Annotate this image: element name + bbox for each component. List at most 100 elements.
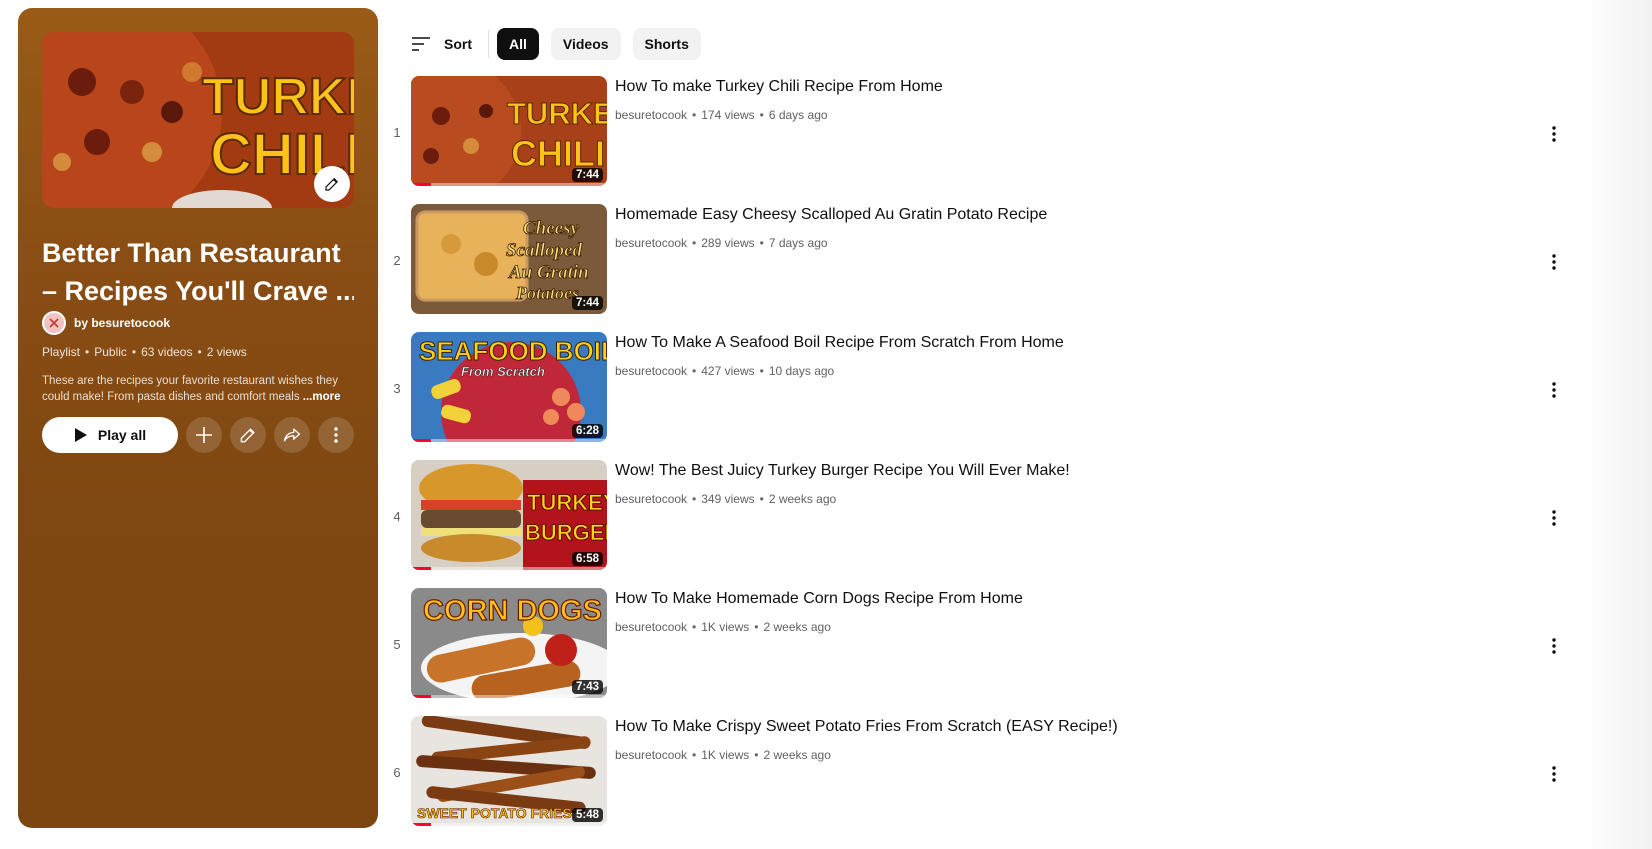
watch-progress-bar — [411, 567, 607, 570]
playlist-video-row[interactable]: 6 SWEET POTATO FRIES 5:48 How To Make Cr… — [384, 716, 1584, 844]
watch-progress-bar — [411, 823, 607, 826]
video-channel[interactable]: besuretocook — [615, 236, 687, 250]
video-title[interactable]: How To Make Homemade Corn Dogs Recipe Fr… — [615, 590, 1023, 608]
meta-separator: • — [692, 108, 697, 122]
chip-videos[interactable]: Videos — [550, 28, 621, 60]
video-index: 1 — [393, 124, 401, 140]
video-duration: 5:48 — [571, 808, 603, 822]
playlist-actions: Play all — [42, 417, 354, 453]
video-menu-button[interactable] — [1542, 762, 1566, 786]
video-meta: besuretocook • 1K views • 2 weeks ago — [615, 620, 831, 634]
video-duration: 7:44 — [571, 168, 603, 182]
more-actions-button[interactable] — [318, 417, 354, 453]
video-title[interactable]: Wow! The Best Juicy Turkey Burger Recipe… — [615, 462, 1070, 480]
playlist-visibility: Public — [94, 345, 127, 359]
meta-separator: • — [759, 108, 764, 122]
video-age: 2 weeks ago — [763, 748, 831, 762]
svg-text:SEAFOOD BOIL: SEAFOOD BOIL — [419, 336, 607, 366]
meta-separator: • — [692, 364, 697, 378]
meta-separator: • — [692, 492, 697, 506]
chip-all[interactable]: All — [497, 28, 539, 60]
watch-progress-fill — [411, 439, 431, 442]
video-menu-button[interactable] — [1542, 506, 1566, 530]
svg-text:TURKEY: TURKEY — [527, 490, 607, 515]
more-vert-icon — [1552, 382, 1556, 398]
video-title[interactable]: How To Make Crispy Sweet Potato Fries Fr… — [615, 718, 1118, 736]
share-button[interactable] — [274, 417, 310, 453]
play-all-button[interactable]: Play all — [42, 417, 178, 453]
video-age: 2 weeks ago — [768, 492, 837, 506]
video-duration: 6:58 — [571, 552, 603, 566]
svg-text:Cheesy: Cheesy — [523, 218, 580, 239]
pencil-icon — [240, 428, 255, 443]
svg-text:BURGER: BURGER — [525, 520, 607, 545]
video-meta: besuretocook • 174 views • 6 days ago — [615, 108, 828, 122]
edit-thumbnail-button[interactable] — [314, 166, 350, 202]
video-age: 6 days ago — [768, 108, 828, 122]
video-age: 7 days ago — [768, 236, 828, 250]
more-vert-icon — [1552, 766, 1556, 782]
playlist-video-row[interactable]: 4 TURKEY BURGER 6:58 Wow! The Best Juicy… — [384, 460, 1584, 588]
video-thumbnail[interactable]: CORN DOGS 7:43 — [411, 588, 607, 698]
sort-button[interactable]: Sort — [410, 35, 472, 53]
meta-separator: • — [759, 236, 764, 250]
playlist-video-list: 1 TURKEY CHILI 7:44 How To make Turkey C… — [384, 76, 1584, 844]
video-title[interactable]: How To Make A Seafood Boil Recipe From S… — [615, 334, 1064, 352]
description-more-link[interactable]: ...more — [303, 391, 341, 403]
video-title[interactable]: How To make Turkey Chili Recipe From Hom… — [615, 78, 943, 96]
video-meta: besuretocook • 289 views • 7 days ago — [615, 236, 828, 250]
meta-separator: • — [759, 364, 764, 378]
video-thumbnail[interactable]: SEAFOOD BOIL From Scratch 6:28 — [411, 332, 607, 442]
video-channel[interactable]: besuretocook — [615, 748, 687, 762]
video-channel[interactable]: besuretocook — [615, 108, 687, 122]
playlist-cover-thumbnail[interactable]: TURKEY CHILI — [42, 32, 354, 208]
meta-separator: • — [85, 345, 90, 359]
video-meta: besuretocook • 427 views • 10 days ago — [615, 364, 834, 378]
avatar[interactable] — [42, 311, 66, 335]
video-meta: besuretocook • 349 views • 2 weeks ago — [615, 492, 836, 506]
meta-separator: • — [692, 236, 697, 250]
video-index: 5 — [393, 636, 401, 652]
video-title[interactable]: Homemade Easy Cheesy Scalloped Au Gratin… — [615, 206, 1047, 224]
video-channel[interactable]: besuretocook — [615, 620, 687, 634]
video-menu-button[interactable] — [1542, 122, 1566, 146]
video-thumbnail[interactable]: TURKEY BURGER 6:58 — [411, 460, 607, 570]
video-duration: 7:44 — [571, 296, 603, 310]
sort-icon — [412, 37, 430, 51]
video-index: 3 — [393, 380, 401, 396]
video-channel[interactable]: besuretocook — [615, 492, 687, 506]
avatar-logo-icon — [49, 318, 59, 328]
playlist-video-row[interactable]: 3 SEAFOOD BOIL From Scratch 6:28 How To … — [384, 332, 1584, 460]
watch-progress-fill — [411, 695, 431, 698]
playlist-meta: Playlist • Public • 63 videos • 2 views — [42, 345, 247, 359]
video-thumbnail[interactable]: Cheesy Scalloped Au Gratin Potatoes 7:44 — [411, 204, 607, 314]
video-channel[interactable]: besuretocook — [615, 364, 687, 378]
watch-progress-bar — [411, 183, 607, 186]
video-thumbnail[interactable]: SWEET POTATO FRIES 5:48 — [411, 716, 607, 826]
chip-shorts[interactable]: Shorts — [632, 28, 701, 60]
video-menu-button[interactable] — [1542, 250, 1566, 274]
playlist-video-row[interactable]: 5 CORN DOGS 7:43 How To Make Homemade Co… — [384, 588, 1584, 716]
video-menu-button[interactable] — [1542, 634, 1566, 658]
playlist-owner[interactable]: by besuretocook — [42, 311, 170, 335]
meta-separator: • — [692, 620, 697, 634]
watch-progress-bar — [411, 695, 607, 698]
video-views: 427 views — [701, 364, 755, 378]
video-index: 4 — [393, 508, 401, 524]
edit-playlist-button[interactable] — [230, 417, 266, 453]
video-views: 1K views — [701, 748, 750, 762]
video-meta: besuretocook • 1K views • 2 weeks ago — [615, 748, 831, 762]
playlist-video-row[interactable]: 2 Cheesy Scalloped Au Gratin Potatoes 7:… — [384, 204, 1584, 332]
owner-name[interactable]: by besuretocook — [74, 316, 170, 330]
svg-text:From Scratch: From Scratch — [461, 364, 545, 379]
watch-progress-fill — [411, 183, 431, 186]
playlist-title-line1: Better Than Restaurant — [42, 238, 341, 268]
add-to-library-button[interactable] — [186, 417, 222, 453]
cover-text-line1: TURKEY — [202, 68, 354, 126]
meta-separator: • — [759, 492, 764, 506]
video-menu-button[interactable] — [1542, 378, 1566, 402]
watch-progress-fill — [411, 567, 431, 570]
video-thumbnail[interactable]: TURKEY CHILI 7:44 — [411, 76, 607, 186]
playlist-title: Better Than Restaurant – Recipes You'll … — [42, 234, 354, 310]
playlist-video-row[interactable]: 1 TURKEY CHILI 7:44 How To make Turkey C… — [384, 76, 1584, 204]
